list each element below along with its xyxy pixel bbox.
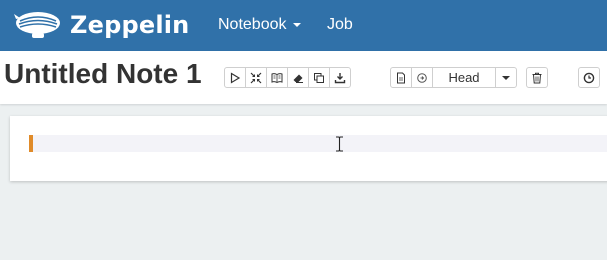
remove-note-group bbox=[526, 67, 548, 88]
export-note-button[interactable] bbox=[329, 67, 351, 88]
caret-down-icon bbox=[292, 23, 301, 27]
revision-button[interactable] bbox=[411, 67, 433, 88]
collapse-icon bbox=[250, 72, 262, 83]
code-editor[interactable] bbox=[29, 135, 607, 152]
scheduler-group bbox=[578, 67, 600, 88]
scheduler-button[interactable] bbox=[578, 67, 600, 88]
remove-note-button[interactable] bbox=[526, 67, 548, 88]
run-all-icon bbox=[230, 71, 241, 84]
nav-notebook-label: Notebook bbox=[218, 16, 287, 33]
nav-notebook-menu[interactable]: Notebook bbox=[218, 16, 301, 34]
note-header: Untitled Note 1 Head bbox=[0, 51, 607, 104]
text-cursor-icon bbox=[336, 136, 343, 152]
hide-output-button[interactable] bbox=[266, 67, 288, 88]
nav-job-label: Job bbox=[327, 16, 353, 33]
paragraph-card bbox=[10, 116, 607, 181]
clone-icon bbox=[314, 72, 324, 83]
version-control-group: Head bbox=[390, 67, 517, 88]
book-icon bbox=[271, 72, 283, 83]
clock-icon bbox=[583, 72, 595, 83]
run-all-button[interactable] bbox=[224, 67, 246, 88]
editor-focus-marker bbox=[29, 135, 33, 152]
caret-down-icon bbox=[502, 75, 510, 80]
revision-dropdown-toggle[interactable] bbox=[495, 67, 517, 88]
download-icon bbox=[334, 72, 346, 83]
clone-note-button[interactable] bbox=[308, 67, 330, 88]
hide-code-button[interactable] bbox=[245, 67, 267, 88]
revision-icon bbox=[417, 72, 427, 83]
commit-icon bbox=[397, 72, 405, 83]
nav-job-link[interactable]: Job bbox=[327, 16, 353, 34]
revision-label: Head bbox=[448, 70, 480, 85]
brand[interactable]: Zeppelin bbox=[14, 6, 189, 44]
top-navbar: Zeppelin Notebook Job bbox=[0, 0, 607, 51]
eraser-icon bbox=[293, 74, 303, 83]
trash-icon bbox=[532, 72, 542, 83]
zeppelin-logo-icon bbox=[14, 12, 60, 38]
brand-name: Zeppelin bbox=[70, 11, 190, 39]
clear-output-button[interactable] bbox=[287, 67, 309, 88]
revision-select[interactable]: Head bbox=[432, 67, 496, 88]
note-action-group bbox=[224, 67, 351, 88]
commit-button[interactable] bbox=[390, 67, 412, 88]
note-title[interactable]: Untitled Note 1 bbox=[4, 58, 202, 90]
